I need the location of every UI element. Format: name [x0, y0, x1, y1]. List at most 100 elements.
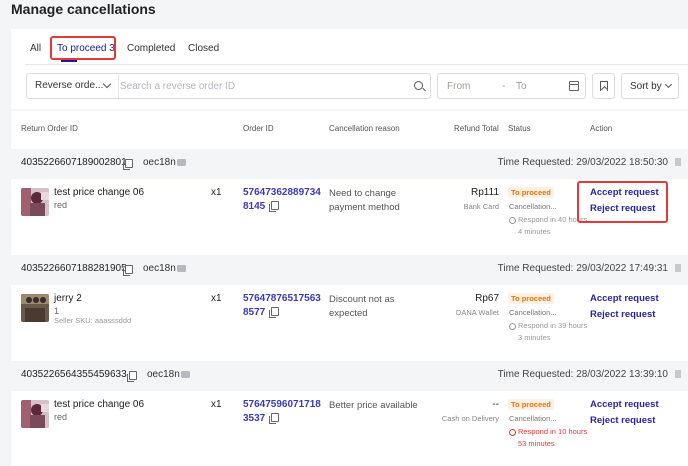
- order-id-link[interactable]: 576473628897348145: [243, 186, 323, 214]
- product-name: test price change 06: [54, 187, 145, 198]
- copy-icon[interactable]: [127, 371, 137, 382]
- copy-icon[interactable]: [123, 265, 133, 276]
- tab-closed[interactable]: Closed: [188, 43, 219, 54]
- status-badge: To proceed: [508, 187, 554, 198]
- order-id-link[interactable]: 576475960717183537: [243, 398, 323, 426]
- sort-by-label: Sort by: [630, 81, 662, 92]
- respond-deadline: Respond in 39 hours 3 minutes: [518, 321, 588, 342]
- seller-sku: Seller SKU: aaasssddd: [54, 316, 132, 325]
- product-name: test price change 06: [54, 399, 145, 410]
- status-detail: Cancellation...: [509, 202, 557, 211]
- accept-request-button[interactable]: Accept request: [590, 293, 659, 304]
- status-badge: To proceed: [508, 293, 554, 304]
- order-row: 4035226607188281905 oec18n Time Requeste…: [11, 255, 688, 353]
- clock-icon: [509, 217, 516, 224]
- time-requested: Time Requested: 29/03/2022 18:50:30: [497, 157, 668, 168]
- copy-icon[interactable]: [269, 307, 280, 318]
- quantity: x1: [211, 187, 222, 198]
- header-return-order-id: Return Order ID: [21, 124, 78, 133]
- order-line: jerry 2 1 Seller SKU: aaasssddd x1 57647…: [11, 285, 688, 353]
- order-row: 4035226607189002801 oec18n Time Requeste…: [11, 149, 688, 247]
- chat-icon[interactable]: [177, 265, 186, 272]
- filter-card: All To proceed 3 Completed Closed Revers…: [11, 29, 688, 109]
- status-detail: Cancellation...: [509, 308, 557, 317]
- flag-icon[interactable]: [675, 158, 681, 166]
- reject-request-button[interactable]: Reject request: [590, 309, 655, 320]
- search-input[interactable]: [120, 75, 400, 97]
- order-row: 4035226564355459633 oec18n Time Requeste…: [11, 361, 688, 466]
- product-variant: 1: [54, 306, 60, 316]
- header-refund-total: Refund Total: [454, 124, 499, 133]
- flag-icon[interactable]: [675, 370, 681, 378]
- payment-method: Cash on Delivery: [441, 414, 499, 423]
- order-id-link[interactable]: 576478765175638577: [243, 292, 323, 320]
- refund-amount: Rp111: [471, 187, 499, 198]
- header-order-id: Order ID: [243, 124, 274, 133]
- product-thumbnail: [21, 294, 49, 322]
- buyer-name: oec18n: [147, 369, 180, 380]
- order-line: test price change 06 red x1 576473628897…: [11, 179, 688, 247]
- time-requested: Time Requested: 28/03/2022 13:39:10: [497, 369, 668, 380]
- bookmark-icon: [600, 81, 608, 91]
- sort-by-dropdown[interactable]: Sort by: [621, 73, 679, 99]
- reverse-order-search: Reverse orde...: [26, 73, 431, 99]
- flag-icon[interactable]: [675, 264, 681, 272]
- header-action: Action: [590, 124, 613, 133]
- status-tabs: All To proceed 3 Completed Closed: [11, 29, 688, 65]
- chevron-down-icon: [664, 80, 673, 89]
- clock-icon: [509, 323, 516, 330]
- page-title: Manage cancellations: [11, 1, 156, 17]
- tab-all[interactable]: All: [30, 43, 41, 54]
- search-type-select[interactable]: Reverse orde...: [27, 74, 119, 98]
- tabs-divider: [25, 64, 688, 65]
- product-thumbnail: [21, 188, 49, 216]
- chat-icon[interactable]: [177, 159, 186, 166]
- header-status: Status: [508, 124, 531, 133]
- search-type-label: Reverse orde...: [35, 80, 104, 91]
- tab-completed[interactable]: Completed: [127, 43, 175, 54]
- search-icon[interactable]: [414, 81, 423, 90]
- date-to-field[interactable]: To: [516, 81, 527, 92]
- order-header: 4035226607188281905 oec18n Time Requeste…: [11, 255, 688, 285]
- order-header: 4035226564355459633 oec18n Time Requeste…: [11, 361, 688, 391]
- status-badge: To proceed: [508, 399, 554, 410]
- copy-icon[interactable]: [269, 413, 280, 424]
- date-range-picker[interactable]: From - To: [437, 73, 586, 99]
- product-variant: red: [54, 200, 68, 210]
- copy-icon[interactable]: [269, 201, 280, 212]
- product-thumbnail: [21, 400, 49, 428]
- quantity: x1: [211, 399, 222, 410]
- highlight-box-actions: [577, 181, 668, 223]
- chat-icon[interactable]: [181, 371, 190, 378]
- status-detail: Cancellation...: [509, 414, 557, 423]
- copy-icon[interactable]: [123, 159, 133, 170]
- respond-deadline: Respond in 10 hours 53 minutes: [518, 427, 588, 448]
- quantity: x1: [211, 293, 222, 304]
- order-line: test price change 06 red x1 576475960717…: [11, 391, 688, 466]
- product-variant: red: [54, 412, 68, 422]
- payment-method: DANA Wallet: [455, 308, 499, 317]
- time-requested: Time Requested: 29/03/2022 17:49:31: [497, 263, 668, 274]
- buyer-name: oec18n: [143, 263, 176, 274]
- return-order-id: 4035226607188281905: [21, 263, 127, 274]
- refund-amount: Rp67: [475, 293, 499, 304]
- calendar-icon[interactable]: [569, 81, 579, 91]
- clock-icon: [509, 429, 516, 436]
- active-tab-indicator: [61, 60, 77, 62]
- return-order-id: 4035226564355459633: [21, 369, 127, 380]
- payment-method: Bank Card: [463, 202, 499, 211]
- buyer-name: oec18n: [143, 157, 176, 168]
- return-order-id: 4035226607189002801: [21, 157, 127, 168]
- accept-request-button[interactable]: Accept request: [590, 399, 659, 410]
- bookmark-button[interactable]: [592, 73, 615, 99]
- order-header: 4035226607189002801 oec18n Time Requeste…: [11, 149, 688, 179]
- refund-amount: --: [492, 399, 499, 410]
- chevron-down-icon: [102, 79, 112, 89]
- product-name: jerry 2: [54, 293, 82, 304]
- highlight-box-tab: [50, 36, 116, 60]
- date-separator: -: [502, 81, 506, 92]
- header-cancellation-reason: Cancellation reason: [329, 124, 400, 133]
- date-from-field[interactable]: From: [447, 81, 470, 92]
- cancellations-table: Return Order ID Order ID Cancellation re…: [11, 111, 688, 466]
- reject-request-button[interactable]: Reject request: [590, 415, 655, 426]
